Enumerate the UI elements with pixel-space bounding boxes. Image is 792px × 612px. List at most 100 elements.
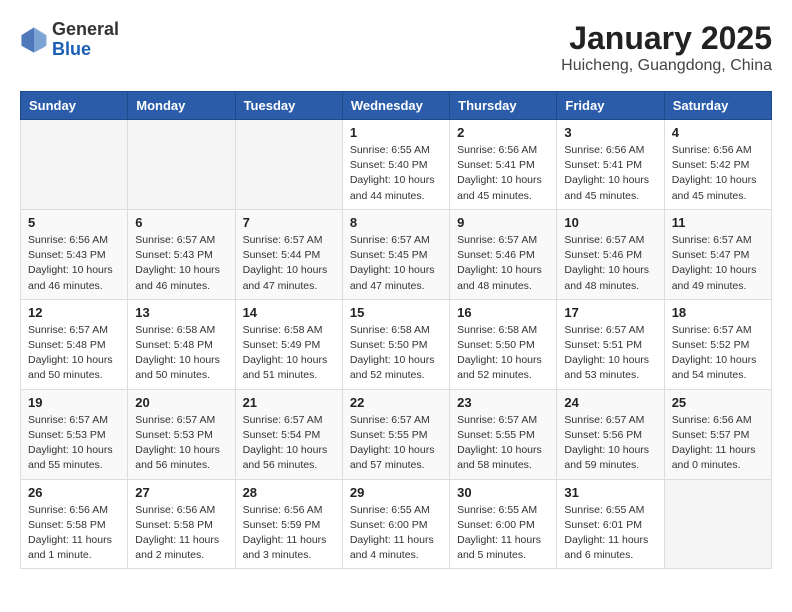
logo-text: General Blue xyxy=(52,20,119,60)
calendar-cell: 2 Sunrise: 6:56 AM Sunset: 5:41 PM Daylig… xyxy=(450,120,557,210)
day-number: 14 xyxy=(243,305,335,320)
calendar-cell: 27 Sunrise: 6:56 AM Sunset: 5:58 PM Dayli… xyxy=(128,479,235,569)
day-info: Sunrise: 6:57 AM Sunset: 5:45 PM Dayligh… xyxy=(350,233,442,294)
day-info: Sunrise: 6:57 AM Sunset: 5:44 PM Dayligh… xyxy=(243,233,335,294)
calendar-cell: 1Sunrise: 6:55 AM Sunset: 5:40 PM Daylig… xyxy=(342,120,449,210)
day-info: Sunrise: 6:57 AM Sunset: 5:53 PM Dayligh… xyxy=(28,413,120,474)
calendar-cell: 20Sunrise: 6:57 AM Sunset: 5:53 PM Dayli… xyxy=(128,389,235,479)
calendar-week-row: 19 Sunrise: 6:57 AM Sunset: 5:53 PM Dayli… xyxy=(21,389,772,479)
weekday-header-sunday: Sunday xyxy=(21,92,128,120)
day-number: 6 xyxy=(135,215,227,230)
calendar-cell: 21 Sunrise: 6:57 AM Sunset: 5:54 PM Dayli… xyxy=(235,389,342,479)
calendar-cell: 29Sunrise: 6:55 AM Sunset: 6:00 PM Dayli… xyxy=(342,479,449,569)
weekday-header-thursday: Thursday xyxy=(450,92,557,120)
day-info: Sunrise: 6:57 AM Sunset: 5:46 PM Dayligh… xyxy=(457,233,549,294)
day-info: Sunrise: 6:58 AM Sunset: 5:49 PM Dayligh… xyxy=(243,323,335,384)
day-number: 15 xyxy=(350,305,442,320)
calendar-cell: 15 Sunrise: 6:58 AM Sunset: 5:50 PM Dayli… xyxy=(342,299,449,389)
calendar-cell xyxy=(128,120,235,210)
day-info: Sunrise: 6:57 AM Sunset: 5:56 PM Dayligh… xyxy=(564,413,656,474)
logo-general-text: General xyxy=(52,20,119,40)
calendar-cell: 23 Sunrise: 6:57 AM Sunset: 5:55 PM Dayli… xyxy=(450,389,557,479)
day-number: 19 xyxy=(28,395,120,410)
calendar-location: Huicheng, Guangdong, China xyxy=(561,57,772,75)
calendar-cell: 25Sunrise: 6:56 AM Sunset: 5:57 PM Dayli… xyxy=(664,389,771,479)
day-info: Sunrise: 6:56 AM Sunset: 5:58 PM Dayligh… xyxy=(28,503,120,564)
day-info: Sunrise: 6:57 AM Sunset: 5:55 PM Dayligh… xyxy=(457,413,549,474)
calendar-cell xyxy=(235,120,342,210)
calendar-cell: 16Sunrise: 6:58 AM Sunset: 5:50 PM Dayli… xyxy=(450,299,557,389)
weekday-header-row: SundayMondayTuesdayWednesdayThursdayFrid… xyxy=(21,92,772,120)
logo-blue-text: Blue xyxy=(52,40,119,60)
calendar-cell xyxy=(664,479,771,569)
day-number: 7 xyxy=(243,215,335,230)
day-number: 30 xyxy=(457,485,549,500)
day-number: 2 xyxy=(457,125,549,140)
calendar-cell: 3 Sunrise: 6:56 AM Sunset: 5:41 PM Daylig… xyxy=(557,120,664,210)
day-number: 12 xyxy=(28,305,120,320)
day-number: 31 xyxy=(564,485,656,500)
day-number: 13 xyxy=(135,305,227,320)
weekday-header-tuesday: Tuesday xyxy=(235,92,342,120)
weekday-header-wednesday: Wednesday xyxy=(342,92,449,120)
day-number: 3 xyxy=(564,125,656,140)
day-info: Sunrise: 6:56 AM Sunset: 5:42 PM Dayligh… xyxy=(672,143,764,204)
day-info: Sunrise: 6:57 AM Sunset: 5:51 PM Dayligh… xyxy=(564,323,656,384)
calendar-cell: 12 Sunrise: 6:57 AM Sunset: 5:48 PM Dayli… xyxy=(21,299,128,389)
calendar-cell: 10 Sunrise: 6:57 AM Sunset: 5:46 PM Dayli… xyxy=(557,209,664,299)
day-info: Sunrise: 6:56 AM Sunset: 5:43 PM Dayligh… xyxy=(28,233,120,294)
weekday-header-friday: Friday xyxy=(557,92,664,120)
day-info: Sunrise: 6:55 AM Sunset: 6:00 PM Dayligh… xyxy=(350,503,442,564)
day-info: Sunrise: 6:56 AM Sunset: 5:41 PM Dayligh… xyxy=(564,143,656,204)
day-info: Sunrise: 6:55 AM Sunset: 6:01 PM Dayligh… xyxy=(564,503,656,564)
day-info: Sunrise: 6:57 AM Sunset: 5:54 PM Dayligh… xyxy=(243,413,335,474)
calendar-table: SundayMondayTuesdayWednesdayThursdayFrid… xyxy=(20,91,772,569)
day-number: 23 xyxy=(457,395,549,410)
day-number: 4 xyxy=(672,125,764,140)
day-info: Sunrise: 6:58 AM Sunset: 5:48 PM Dayligh… xyxy=(135,323,227,384)
day-number: 9 xyxy=(457,215,549,230)
calendar-cell xyxy=(21,120,128,210)
day-number: 28 xyxy=(243,485,335,500)
calendar-cell: 19 Sunrise: 6:57 AM Sunset: 5:53 PM Dayli… xyxy=(21,389,128,479)
day-number: 22 xyxy=(350,395,442,410)
day-info: Sunrise: 6:56 AM Sunset: 5:41 PM Dayligh… xyxy=(457,143,549,204)
calendar-cell: 11 Sunrise: 6:57 AM Sunset: 5:47 PM Dayli… xyxy=(664,209,771,299)
calendar-cell: 6Sunrise: 6:57 AM Sunset: 5:43 PM Daylig… xyxy=(128,209,235,299)
calendar-cell: 28Sunrise: 6:56 AM Sunset: 5:59 PM Dayli… xyxy=(235,479,342,569)
day-number: 1 xyxy=(350,125,442,140)
weekday-header-saturday: Saturday xyxy=(664,92,771,120)
calendar-cell: 24 Sunrise: 6:57 AM Sunset: 5:56 PM Dayli… xyxy=(557,389,664,479)
day-number: 16 xyxy=(457,305,549,320)
day-number: 8 xyxy=(350,215,442,230)
weekday-header-monday: Monday xyxy=(128,92,235,120)
page-header: General Blue January 2025 Huicheng, Guan… xyxy=(20,20,772,75)
day-number: 20 xyxy=(135,395,227,410)
calendar-title: January 2025 xyxy=(561,20,772,57)
title-block: January 2025 Huicheng, Guangdong, China xyxy=(561,20,772,75)
day-info: Sunrise: 6:57 AM Sunset: 5:48 PM Dayligh… xyxy=(28,323,120,384)
calendar-cell: 7 Sunrise: 6:57 AM Sunset: 5:44 PM Daylig… xyxy=(235,209,342,299)
calendar-cell: 9 Sunrise: 6:57 AM Sunset: 5:46 PM Daylig… xyxy=(450,209,557,299)
day-number: 11 xyxy=(672,215,764,230)
calendar-cell: 18Sunrise: 6:57 AM Sunset: 5:52 PM Dayli… xyxy=(664,299,771,389)
day-info: Sunrise: 6:56 AM Sunset: 5:57 PM Dayligh… xyxy=(672,413,764,474)
day-number: 10 xyxy=(564,215,656,230)
day-number: 21 xyxy=(243,395,335,410)
day-number: 24 xyxy=(564,395,656,410)
day-info: Sunrise: 6:58 AM Sunset: 5:50 PM Dayligh… xyxy=(350,323,442,384)
day-info: Sunrise: 6:57 AM Sunset: 5:46 PM Dayligh… xyxy=(564,233,656,294)
day-info: Sunrise: 6:55 AM Sunset: 6:00 PM Dayligh… xyxy=(457,503,549,564)
day-number: 27 xyxy=(135,485,227,500)
day-info: Sunrise: 6:57 AM Sunset: 5:55 PM Dayligh… xyxy=(350,413,442,474)
day-info: Sunrise: 6:56 AM Sunset: 5:58 PM Dayligh… xyxy=(135,503,227,564)
day-number: 26 xyxy=(28,485,120,500)
calendar-cell: 14 Sunrise: 6:58 AM Sunset: 5:49 PM Dayli… xyxy=(235,299,342,389)
logo-icon xyxy=(20,26,48,54)
day-number: 18 xyxy=(672,305,764,320)
calendar-cell: 5Sunrise: 6:56 AM Sunset: 5:43 PM Daylig… xyxy=(21,209,128,299)
calendar-cell: 4 Sunrise: 6:56 AM Sunset: 5:42 PM Daylig… xyxy=(664,120,771,210)
calendar-week-row: 1Sunrise: 6:55 AM Sunset: 5:40 PM Daylig… xyxy=(21,120,772,210)
day-info: Sunrise: 6:57 AM Sunset: 5:47 PM Dayligh… xyxy=(672,233,764,294)
calendar-cell: 26 Sunrise: 6:56 AM Sunset: 5:58 PM Dayli… xyxy=(21,479,128,569)
